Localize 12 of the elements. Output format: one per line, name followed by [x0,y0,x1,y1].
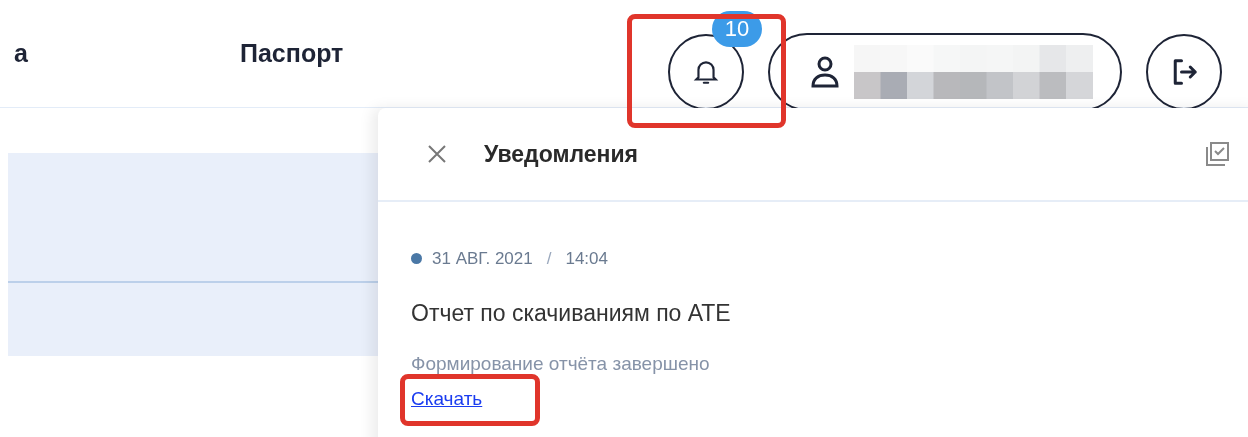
user-button[interactable] [768,32,1122,111]
nav-link[interactable]: Паспорт [240,34,344,73]
close-button[interactable] [426,143,448,165]
notification-date: 31 АВГ. 2021 [432,248,533,270]
nav-link[interactable]: а [14,34,240,73]
notification-title: Отчет по скачиваниям по АТЕ [411,298,732,328]
notification-message: Формирование отчёта завершено [411,352,711,376]
download-link[interactable]: Скачать [411,384,483,413]
user-icon [810,54,840,89]
date-separator: / [546,248,552,270]
panel-title: Уведомления [484,139,638,169]
notification-time: 14:04 [565,248,608,270]
